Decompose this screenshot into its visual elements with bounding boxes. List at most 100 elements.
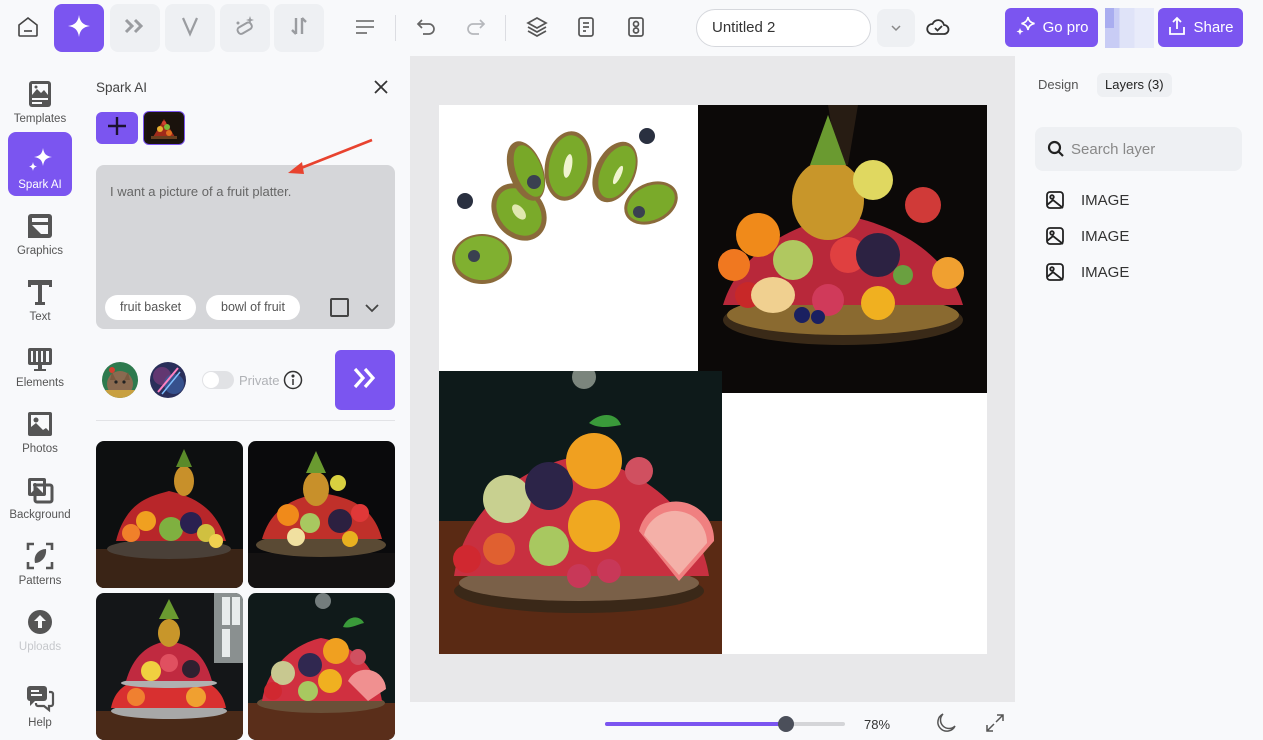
add-reference-button[interactable]	[96, 112, 138, 144]
cloud-saved-icon[interactable]	[923, 12, 953, 42]
sidebar-item-spark-ai[interactable]: Spark AI	[8, 132, 72, 196]
redo-icon[interactable]	[461, 12, 491, 42]
spark-ai-panel: Spark AI I want a picture of a fruit pla…	[80, 56, 410, 740]
chevron-down-icon	[890, 19, 902, 37]
sparkle-icon	[24, 143, 56, 177]
sidebar-item-label: Elements	[16, 377, 64, 389]
share-label: Share	[1193, 19, 1234, 36]
color-swatch[interactable]	[1105, 8, 1154, 48]
patterns-icon	[24, 539, 56, 573]
sidebar-item-label: Help	[28, 717, 52, 729]
home-icon[interactable]	[13, 12, 43, 42]
graphics-icon	[24, 209, 56, 243]
canvas-image-fruit-plate[interactable]	[439, 365, 722, 654]
private-toggle[interactable]	[202, 371, 234, 389]
tab-layers[interactable]: Layers (3)	[1097, 73, 1172, 97]
align-icon[interactable]	[350, 12, 380, 42]
upload-share-icon	[1167, 15, 1187, 41]
sidebar-item-help[interactable]: Help	[8, 670, 72, 734]
templates-icon	[24, 77, 56, 111]
plus-icon	[106, 115, 128, 142]
sparkle-icon	[66, 13, 92, 44]
sidebar-item-label: Background	[9, 509, 71, 521]
sparkles-icon	[1015, 16, 1037, 40]
zoom-slider[interactable]	[605, 716, 845, 732]
upload-icon	[24, 605, 56, 639]
layer-label: IMAGE	[1081, 263, 1130, 281]
spark-tool-button[interactable]	[54, 4, 104, 52]
sidebar-item-label: Graphics	[16, 245, 64, 257]
generated-image-result[interactable]	[248, 441, 395, 588]
layer-search-input[interactable]	[1071, 127, 1236, 171]
sidebar-item-label: Text	[29, 311, 51, 323]
magic-eraser-icon	[233, 14, 257, 43]
info-icon[interactable]	[283, 370, 303, 390]
tab-design[interactable]: Design	[1030, 73, 1086, 97]
layer-item[interactable]: IMAGE	[1045, 260, 1129, 284]
sidebar-item-background[interactable]: Background	[8, 462, 72, 526]
moon-icon[interactable]	[934, 711, 958, 735]
close-icon[interactable]	[370, 76, 392, 98]
layers-icon[interactable]	[522, 12, 552, 42]
elements-icon	[24, 341, 56, 375]
generated-image-result[interactable]	[96, 593, 243, 740]
layer-item[interactable]: IMAGE	[1045, 188, 1129, 212]
forward-tool-button[interactable]	[110, 4, 160, 52]
sidebar-item-graphics[interactable]: Graphics	[8, 198, 72, 262]
zoom-slider-fill	[605, 722, 786, 726]
canvas-image-kiwi[interactable]	[439, 105, 698, 371]
toolbar-divider	[505, 15, 506, 41]
sidebar-item-patterns[interactable]: Patterns	[8, 528, 72, 592]
photos-icon	[24, 407, 56, 441]
zoom-slider-thumb[interactable]	[778, 716, 794, 732]
design-canvas-area	[410, 56, 1015, 702]
sort-arrows-icon	[289, 15, 309, 42]
prompt-textarea[interactable]: I want a picture of a fruit platter. fru…	[96, 165, 395, 329]
sidebar-item-photos[interactable]: Photos	[8, 396, 72, 460]
help-chat-icon	[24, 681, 56, 715]
style-avatar-cat[interactable]	[102, 362, 138, 398]
sidebar-item-label: Patterns	[18, 575, 62, 587]
sidebar-item-elements[interactable]: Elements	[8, 330, 72, 394]
sidebar-item-label: Uploads	[18, 641, 62, 653]
sidebar-item-text[interactable]: Text	[8, 264, 72, 328]
suggestion-chip[interactable]: fruit basket	[105, 295, 197, 320]
generated-image-result[interactable]	[248, 593, 395, 740]
zoom-level: 78%	[864, 717, 891, 732]
image-icon	[1045, 190, 1065, 210]
v-icon	[179, 15, 201, 42]
share-button[interactable]: Share	[1158, 8, 1243, 47]
document-title-input[interactable]: Untitled 2	[696, 9, 871, 47]
double-chevron-icon	[350, 365, 380, 396]
sidebar-item-label: Spark AI	[18, 179, 62, 191]
sidebar-item-label: Templates	[13, 113, 67, 125]
title-dropdown-button[interactable]	[877, 9, 915, 47]
vector-tool-button[interactable]	[165, 4, 215, 52]
undo-icon[interactable]	[411, 12, 441, 42]
suggestion-chip[interactable]: bowl of fruit	[206, 295, 300, 320]
annotation-arrow-icon	[288, 138, 373, 174]
sidebar-item-uploads[interactable]: Uploads	[8, 594, 72, 658]
shapes-icon[interactable]	[621, 12, 651, 42]
generated-image-result[interactable]	[96, 441, 243, 588]
image-icon	[1045, 226, 1065, 246]
layer-search[interactable]	[1035, 127, 1242, 171]
style-avatar-abstract[interactable]	[150, 362, 186, 398]
sidebar-item-label: Photos	[22, 443, 58, 455]
magic-tool-button[interactable]	[220, 4, 270, 52]
sidebar-item-templates[interactable]: Templates	[8, 66, 72, 130]
sort-tool-button[interactable]	[274, 4, 324, 52]
canvas-image-pineapple-platter[interactable]	[698, 105, 987, 393]
fullscreen-icon[interactable]	[984, 712, 1006, 734]
layer-item[interactable]: IMAGE	[1045, 224, 1129, 248]
zoom-bar: 78%	[410, 702, 1015, 740]
prompt-option-checkbox[interactable]	[330, 298, 349, 317]
chevron-down-icon[interactable]	[362, 299, 382, 317]
reference-image-thumbnail[interactable]	[143, 111, 185, 145]
left-sidebar: Templates Spark AI Graphics Text Element…	[0, 56, 80, 740]
document-icon[interactable]	[571, 12, 601, 42]
design-page[interactable]	[439, 105, 987, 654]
go-pro-button[interactable]: Go pro	[1005, 8, 1098, 47]
generate-button[interactable]	[335, 350, 395, 410]
app: Untitled 2 Go pro Share Templates Spark …	[0, 0, 1263, 740]
